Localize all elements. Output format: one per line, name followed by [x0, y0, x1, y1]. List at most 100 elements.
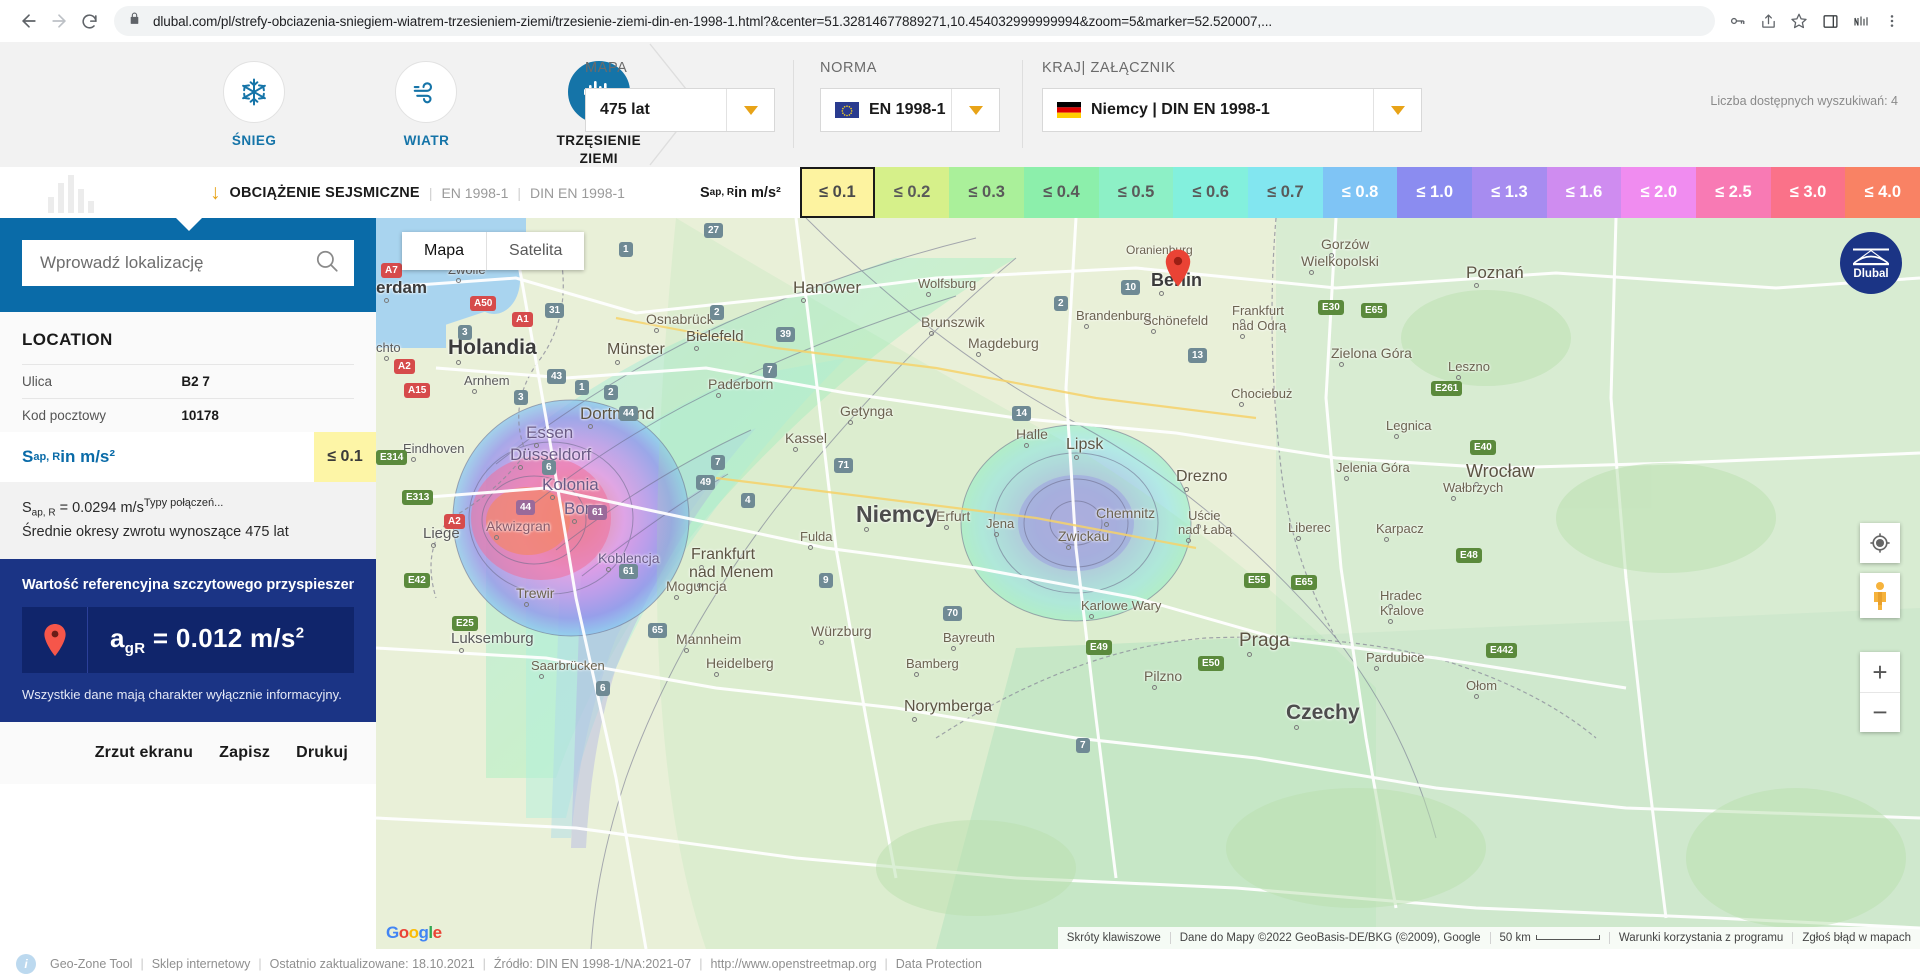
sidebar-panel-icon[interactable] [1816, 7, 1844, 35]
selector-value: Niemcy | DIN EN 1998-1 [1091, 101, 1270, 119]
footer-source: Źródło: DIN EN 1998-1/NA:2021-07 [494, 957, 691, 971]
map-label-dot [793, 447, 798, 452]
address-bar[interactable]: dlubal.com/pl/strefy-obciazenia-sniegiem… [114, 6, 1715, 36]
result-label: Sap, R in m/s² [0, 432, 314, 482]
share-icon[interactable] [1754, 7, 1782, 35]
detail-line-2: Średnie okresy zwrotu wynoszące 475 lat [22, 521, 354, 543]
scale-cell-13[interactable]: ≤ 3.0 [1771, 167, 1846, 218]
road-shield: 3 [514, 390, 528, 405]
scale-cell-7[interactable]: ≤ 0.8 [1323, 167, 1398, 218]
scale-cell-5[interactable]: ≤ 0.6 [1173, 167, 1248, 218]
browser-back-button[interactable] [14, 6, 44, 36]
selector-mapa: MAPA 475 lat [585, 42, 775, 167]
bookmark-star-icon[interactable] [1785, 7, 1813, 35]
footer-link-data-protection[interactable]: Data Protection [896, 957, 982, 971]
map-label-dot [431, 543, 436, 548]
road-shield: 44 [516, 500, 535, 515]
road-shield: E65 [1291, 575, 1317, 590]
road-shield: 39 [776, 327, 795, 342]
map-label-dot [1388, 604, 1393, 609]
extension-icon[interactable] [1847, 7, 1875, 35]
map-label-dot [384, 298, 389, 303]
dlubal-logo-badge[interactable]: Dlubal [1840, 232, 1902, 294]
location-row-street: Ulica B2 7 [22, 364, 354, 398]
zoom-out-button[interactable]: − [1860, 692, 1900, 732]
road-shield: 1 [575, 380, 589, 395]
hazard-tab-snow[interactable]: ŚNIEG [205, 42, 303, 150]
scale-cell-14[interactable]: ≤ 4.0 [1845, 167, 1920, 218]
red-map-marker-icon[interactable] [1163, 248, 1193, 293]
footer-link-shop[interactable]: Sklep internetowy [152, 957, 251, 971]
map-label-dot [697, 583, 702, 588]
map-label-dot [1296, 536, 1301, 541]
scale-cell-4[interactable]: ≤ 0.5 [1099, 167, 1174, 218]
map-label-dot [494, 535, 499, 540]
scale-cell-6[interactable]: ≤ 0.7 [1248, 167, 1323, 218]
terms-of-use-link[interactable]: Warunki korzystania z programu [1609, 932, 1792, 944]
agr-value-box: agR = 0.012 m/s2 [22, 607, 354, 673]
road-shield: 70 [943, 606, 962, 621]
map-label-dot [1384, 537, 1389, 542]
scale-cell-8[interactable]: ≤ 1.0 [1397, 167, 1472, 218]
scale-cell-3[interactable]: ≤ 0.4 [1024, 167, 1099, 218]
selector-value-wrap: Niemcy | DIN EN 1998-1 [1043, 101, 1373, 119]
selector-label: KRAJ| ZAŁĄCZNIK [1042, 60, 1422, 76]
map-label-dot [929, 331, 934, 336]
scale-cell-9[interactable]: ≤ 1.3 [1472, 167, 1547, 218]
row-value: B2 7 [181, 374, 210, 389]
report-map-error-link[interactable]: Zgłoś błąd w mapach [1792, 932, 1920, 944]
location-row-postcode: Kod pocztowy 10178 [22, 398, 354, 432]
scale-cell-11[interactable]: ≤ 2.0 [1621, 167, 1696, 218]
detail-subscript: ap, R [32, 508, 56, 519]
map-tab-satelita[interactable]: Satelita [487, 232, 584, 270]
selector-norma-dropdown[interactable]: EN 1998-1 [820, 88, 1000, 132]
legend-title: OBCIĄŻENIE SEJSMICZNE [230, 185, 420, 201]
print-button[interactable]: Drukuj [296, 744, 348, 762]
zoom-in-button[interactable]: + [1860, 652, 1900, 692]
footer-link-osm[interactable]: http://www.openstreetmap.org [710, 957, 876, 971]
browser-reload-button[interactable] [74, 6, 104, 36]
map-label-dot [1186, 538, 1191, 543]
menu-kebab-icon[interactable] [1878, 7, 1906, 35]
result-row-sap: Sap, R in m/s² ≤ 0.1 [0, 432, 376, 482]
map-label-dot [606, 567, 611, 572]
street-view-pegman-icon[interactable] [1860, 573, 1900, 618]
key-icon[interactable] [1723, 7, 1751, 35]
road-shield: 1 [619, 242, 633, 257]
eu-flag-icon [835, 102, 859, 118]
map-label-dot [944, 525, 949, 530]
my-location-icon[interactable] [1860, 523, 1900, 563]
map-label-dot [524, 602, 529, 607]
browser-forward-button[interactable] [44, 6, 74, 36]
seismic-colour-scale[interactable]: ≤ 0.1≤ 0.2≤ 0.3≤ 0.4≤ 0.5≤ 0.6≤ 0.7≤ 0.8… [800, 167, 1920, 218]
search-icon[interactable] [314, 248, 340, 279]
chevron-down-icon[interactable] [951, 89, 999, 131]
footer-link-geo-zone-tool[interactable]: Geo-Zone Tool [50, 957, 132, 971]
location-search-box[interactable] [22, 240, 354, 286]
agr-panel-title: Wartość referencyjna szczytowego przyspi… [22, 577, 354, 593]
selector-kraj-dropdown[interactable]: Niemcy | DIN EN 1998-1 [1042, 88, 1422, 132]
unit-subscript: ap, R [710, 187, 734, 198]
map-tab-mapa[interactable]: Mapa [402, 232, 487, 270]
road-shield: 6 [596, 681, 610, 696]
info-icon[interactable]: i [16, 954, 36, 974]
scale-cell-10[interactable]: ≤ 1.6 [1547, 167, 1622, 218]
snowflake-icon [223, 61, 285, 123]
chevron-down-icon[interactable] [726, 89, 774, 131]
save-button[interactable]: Zapisz [219, 744, 270, 762]
scale-cell-1[interactable]: ≤ 0.2 [875, 167, 950, 218]
chevron-down-icon[interactable] [1373, 89, 1421, 131]
scale-cell-12[interactable]: ≤ 2.5 [1696, 167, 1771, 218]
keyboard-shortcuts-link[interactable]: Skróty klawiszowe [1058, 932, 1170, 944]
hazard-tab-wind[interactable]: WIATR [377, 42, 475, 150]
scale-cell-0[interactable]: ≤ 0.1 [800, 167, 875, 218]
scale-cell-2[interactable]: ≤ 0.3 [949, 167, 1024, 218]
selector-mapa-dropdown[interactable]: 475 lat [585, 88, 775, 132]
map-label-dot [518, 465, 523, 470]
map-label-dot [411, 457, 416, 462]
road-shield: E261 [1431, 381, 1462, 396]
screenshot-button[interactable]: Zrzut ekranu [95, 744, 193, 762]
map-viewport[interactable]: Mapa Satelita HolandiaNiemcyCzechyBerlin… [376, 218, 1920, 949]
search-input[interactable] [40, 253, 314, 273]
map-label-dot [1024, 443, 1029, 448]
